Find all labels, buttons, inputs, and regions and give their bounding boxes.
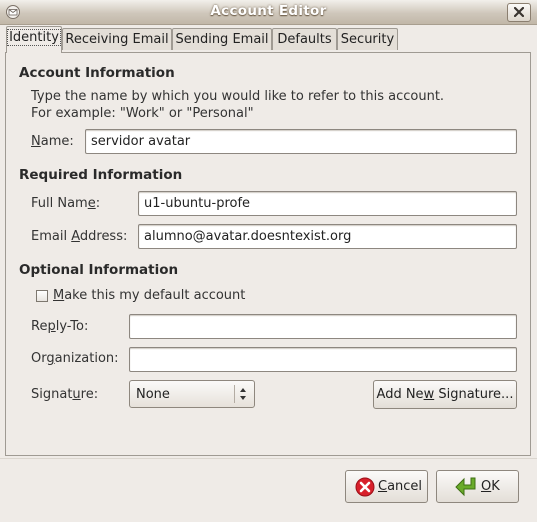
signature-label-text: Signat <box>31 387 73 402</box>
account-name-input[interactable]: servidor avatar <box>85 129 517 154</box>
default-account-text: ake this my default account <box>64 288 246 303</box>
full-name-label: Full Name: <box>31 196 100 211</box>
optional-information-heading: Optional Information <box>19 262 179 278</box>
signature-label: Signature: <box>31 387 98 402</box>
tab-security[interactable]: Security <box>337 28 398 50</box>
account-description-line1: Type the name by which you would like to… <box>31 89 445 104</box>
close-window-button[interactable] <box>507 3 531 22</box>
signature-label-mnemonic: u <box>72 387 81 402</box>
cancel-button[interactable]: Cancel <box>345 470 428 503</box>
required-information-heading: Required Information <box>19 167 183 183</box>
organization-label-text: Or <box>31 351 47 366</box>
tab-identity[interactable]: Identity <box>6 26 62 53</box>
tab-defaults[interactable]: Defaults <box>272 28 337 50</box>
add-signature-text: Add Ne <box>376 387 424 402</box>
full-name-label-mnemonic: e <box>87 196 96 211</box>
signature-selected-value: None <box>136 387 170 402</box>
account-description-line2: For example: "Work" or "Personal" <box>31 106 254 121</box>
name-label-mnemonic: N <box>31 134 41 149</box>
tab-label: Receiving Email <box>65 32 169 47</box>
email-label-mnemonic: A <box>71 229 80 244</box>
tab-label: Security <box>340 32 395 47</box>
organization-label-mnemonic: g <box>46 351 55 366</box>
combo-separator <box>234 385 235 403</box>
reply-to-label-rest: ly-To: <box>55 319 89 334</box>
add-signature-rest: Signature... <box>434 387 514 402</box>
signature-label-rest: re: <box>80 387 99 402</box>
ok-text: K <box>491 479 500 494</box>
tab-label: Defaults <box>277 32 332 47</box>
bottom-separator <box>0 458 537 459</box>
tab-label: Identity <box>7 29 61 46</box>
default-account-label[interactable]: Make this my default account <box>53 288 245 303</box>
organization-input[interactable] <box>129 347 517 372</box>
email-address-input[interactable]: alumno@avatar.doesntexist.org <box>138 224 517 249</box>
add-signature-mnemonic: w <box>423 387 435 402</box>
tab-label: Sending Email <box>175 32 269 47</box>
close-icon <box>514 7 524 17</box>
full-name-label-colon: : <box>95 196 101 211</box>
tab-receiving-email[interactable]: Receiving Email <box>62 28 172 50</box>
email-label-rest: ddress: <box>79 229 128 244</box>
reply-to-input[interactable] <box>129 314 517 339</box>
organization-label-rest: anization: <box>54 351 119 366</box>
window-title: Account Editor <box>210 3 327 19</box>
account-information-heading: Account Information <box>19 65 175 81</box>
ok-arrow-icon <box>455 477 476 497</box>
full-name-label-text: Full Nam <box>31 196 88 211</box>
reply-to-label-mnemonic: p <box>47 319 56 334</box>
cancel-text: ancel <box>387 479 423 494</box>
organization-label: Organization: <box>31 351 119 366</box>
cancel-mnemonic: C <box>378 479 388 494</box>
ok-label: OK <box>481 471 500 502</box>
ok-mnemonic: O <box>481 479 492 494</box>
add-new-signature-button[interactable]: Add New Signature... <box>373 380 517 409</box>
account-editor-window: Account Editor Identity Receiving Email … <box>0 0 537 522</box>
email-label-text: Email <box>31 229 72 244</box>
reply-to-label-text: Re <box>31 319 48 334</box>
title-bar[interactable]: Account Editor <box>0 0 537 25</box>
tab-sending-email[interactable]: Sending Email <box>172 28 272 50</box>
default-account-checkbox[interactable] <box>36 290 48 302</box>
cancel-label: Cancel <box>378 471 422 502</box>
email-address-label: Email Address: <box>31 229 127 244</box>
reply-to-label: Reply-To: <box>31 319 88 334</box>
cancel-icon <box>355 477 375 497</box>
ok-button[interactable]: OK <box>436 470 519 503</box>
up-down-arrows-icon <box>240 388 246 400</box>
default-account-mnemonic: M <box>53 288 65 303</box>
name-label-text: ame: <box>40 134 74 149</box>
name-label: Name: <box>31 134 74 149</box>
signature-select[interactable]: None <box>129 380 255 408</box>
full-name-input[interactable]: u1-ubuntu-profe <box>138 191 517 216</box>
